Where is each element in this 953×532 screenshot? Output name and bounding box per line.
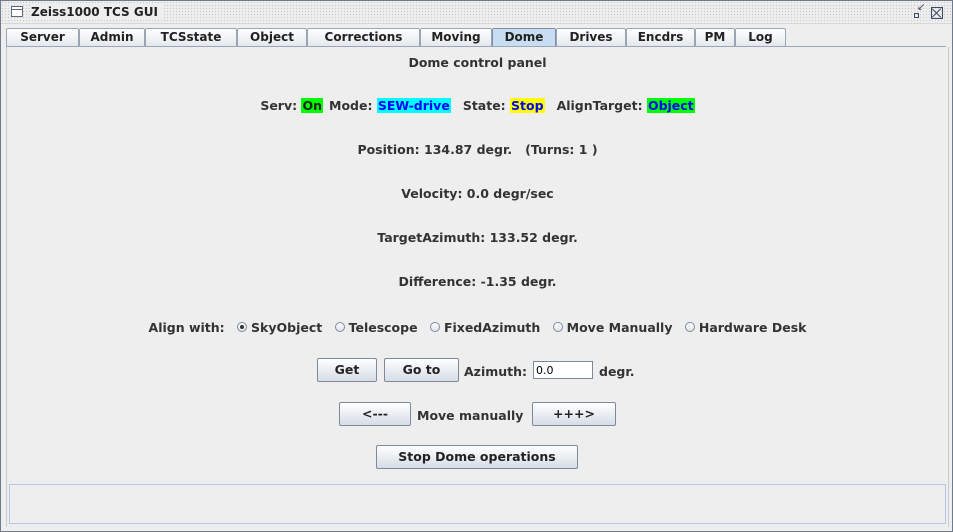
radio-move-manually[interactable] — [552, 321, 563, 332]
radio-skyobject[interactable] — [237, 321, 248, 332]
tab-tcsstate[interactable]: TCSstate — [145, 28, 237, 46]
azimuth-label: Azimuth: — [464, 364, 528, 379]
app-window: Zeiss1000 TCS GUI Server Admin TCSstate … — [0, 0, 953, 532]
tab-log[interactable]: Log — [735, 28, 786, 46]
radio-label-fixedazimuth[interactable]: FixedAzimuth — [444, 320, 540, 335]
mode-value-badge: SEW-drive — [376, 98, 451, 113]
align-target-badge: Object — [646, 98, 695, 113]
difference-readout: Difference: -1.35 degr. — [398, 274, 557, 289]
tab-encdrs[interactable]: Encdrs — [626, 28, 695, 46]
panel-title: Dome control panel — [408, 55, 547, 70]
serv-value-badge: On — [301, 98, 324, 113]
window-title: Zeiss1000 TCS GUI — [31, 5, 164, 19]
velocity-readout: Velocity: 0.0 degr/sec — [401, 186, 554, 201]
restore-icon[interactable] — [913, 2, 925, 19]
tab-server[interactable]: Server — [6, 28, 79, 46]
target-azimuth-readout: TargetAzimuth: 133.52 degr. — [377, 230, 578, 245]
tab-admin[interactable]: Admin — [79, 28, 145, 46]
align-with-group: Align with: SkyObject Telescope FixedAzi… — [7, 319, 948, 335]
tab-dome[interactable]: Dome — [492, 28, 556, 46]
position-readout: Position: 134.87 degr. (Turns: 1 ) — [357, 142, 598, 157]
tab-drives[interactable]: Drives — [556, 28, 626, 46]
mode-label: Mode: — [329, 98, 373, 113]
azimuth-input[interactable] — [533, 361, 593, 379]
tab-corrections[interactable]: Corrections — [307, 28, 420, 46]
azimuth-unit: degr. — [599, 364, 635, 379]
message-area — [9, 484, 946, 524]
status-line: Serv: On Mode: SEW-drive State: Stop AlignT… — [7, 98, 948, 113]
tab-moving[interactable]: Moving — [420, 28, 492, 46]
dome-panel: Dome control panel Serv: On Mode: SEW-dri… — [6, 47, 949, 527]
radio-hardware-desk[interactable] — [684, 321, 695, 332]
goto-button[interactable]: Go to — [384, 358, 459, 382]
radio-label-move-manually[interactable]: Move Manually — [567, 320, 673, 335]
stop-dome-button[interactable]: Stop Dome operations — [376, 445, 578, 469]
move-left-button[interactable]: <--- — [339, 402, 411, 426]
radio-label-telescope[interactable]: Telescope — [349, 320, 418, 335]
move-manually-label: Move manually — [417, 408, 524, 423]
radio-fixedazimuth[interactable] — [429, 321, 440, 332]
tab-pm[interactable]: PM — [695, 28, 735, 46]
radio-label-hardware-desk[interactable]: Hardware Desk — [699, 320, 807, 335]
get-button[interactable]: Get — [317, 358, 377, 382]
move-right-button[interactable]: +++> — [532, 402, 616, 426]
window-icon — [11, 6, 23, 17]
align-target-label: AlignTarget: — [556, 98, 643, 113]
radio-telescope[interactable] — [334, 321, 345, 332]
tab-object[interactable]: Object — [237, 28, 307, 46]
tab-bar: Server Admin TCSstate Object Corrections… — [6, 28, 946, 47]
serv-label: Serv: — [260, 98, 298, 113]
close-icon[interactable] — [931, 7, 943, 19]
state-label: State: — [462, 98, 506, 113]
title-bar[interactable]: Zeiss1000 TCS GUI — [1, 1, 952, 24]
state-value-badge: Stop — [510, 98, 545, 113]
align-with-label: Align with: — [148, 320, 225, 335]
radio-label-skyobject[interactable]: SkyObject — [251, 320, 322, 335]
